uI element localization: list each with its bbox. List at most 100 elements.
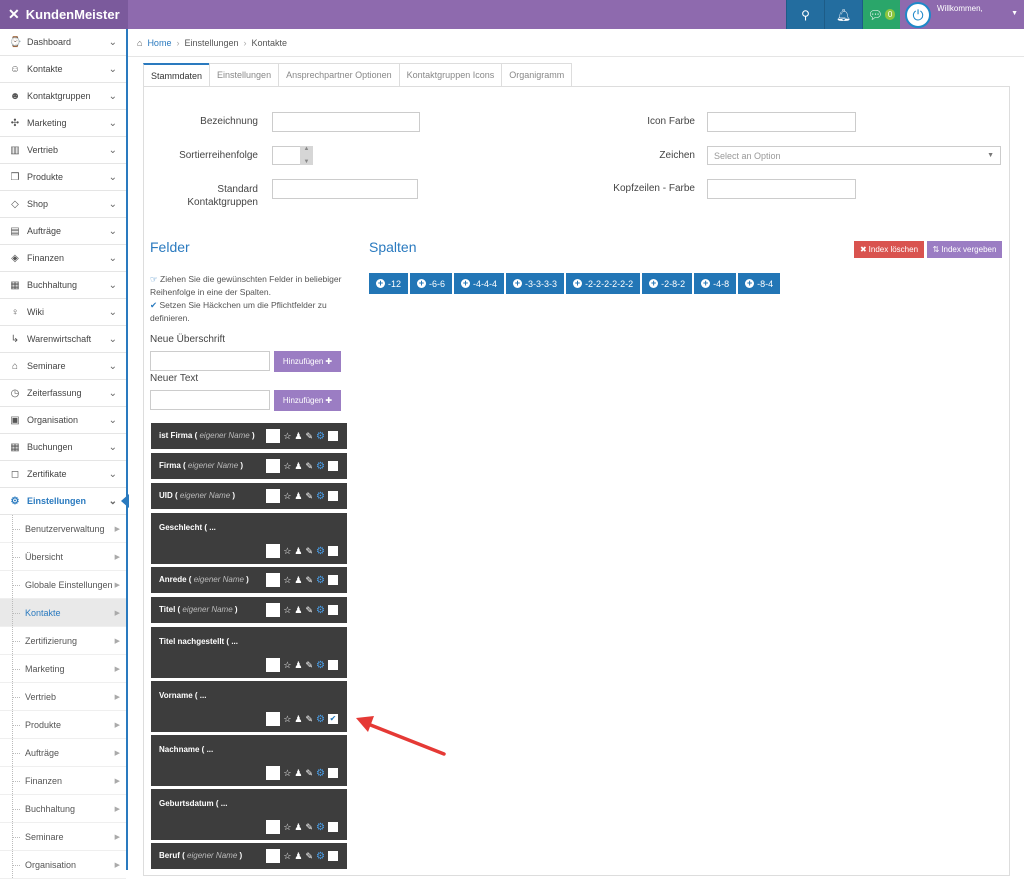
- required-checkbox[interactable]: [328, 431, 338, 441]
- layout-button[interactable]: + -2-8-2: [642, 273, 693, 294]
- search-button[interactable]: ⚲: [786, 0, 824, 29]
- field-color-box[interactable]: [266, 544, 281, 558]
- user-icon[interactable]: ♟: [294, 431, 302, 442]
- star-icon[interactable]: ☆: [283, 851, 291, 862]
- field-item[interactable]: Beruf ( eigener Name ) ☆ ♟ ✎ ⚙: [151, 843, 347, 869]
- tab-einstellungen[interactable]: Einstellungen: [209, 63, 280, 86]
- layout-button[interactable]: + -6-6: [410, 273, 453, 294]
- sortierreihenfolge-input[interactable]: [272, 146, 301, 165]
- required-checkbox[interactable]: [328, 461, 338, 471]
- star-icon[interactable]: ☆: [283, 714, 291, 725]
- sidebar-subitem[interactable]: Seminare ▶: [0, 823, 126, 851]
- sidebar-subitem[interactable]: Aufträge ▶: [0, 739, 126, 767]
- field-item[interactable]: ist Firma ( eigener Name ) ☆ ♟ ✎ ⚙: [151, 423, 347, 449]
- sidebar-item-kontakte[interactable]: ☺ Kontakte ⌄: [0, 56, 126, 83]
- required-checkbox[interactable]: [328, 768, 338, 778]
- gear-icon[interactable]: ⚙: [316, 546, 325, 557]
- pencil-icon[interactable]: ✎: [305, 605, 313, 616]
- neuer-text-input[interactable]: [150, 390, 270, 410]
- pencil-icon[interactable]: ✎: [305, 575, 313, 586]
- user-icon[interactable]: ♟: [294, 768, 302, 779]
- pencil-icon[interactable]: ✎: [305, 491, 313, 502]
- sidebar-subitem[interactable]: Zertifizierung ▶: [0, 627, 126, 655]
- messages-button[interactable]: 💬︎ 0: [862, 0, 900, 29]
- field-color-box[interactable]: [266, 658, 281, 672]
- brand-logo[interactable]: ✕ KundenMeister: [0, 0, 128, 29]
- user-icon[interactable]: ♟: [294, 491, 302, 502]
- user-menu[interactable]: ⏻ Willkommen, ▼: [900, 0, 1024, 29]
- tab-kontaktgruppen-icons[interactable]: Kontaktgruppen Icons: [398, 63, 503, 86]
- notifications-button[interactable]: 🔔︎: [824, 0, 862, 29]
- sidebar-item-vertrieb[interactable]: ▥ Vertrieb ⌄: [0, 137, 126, 164]
- pencil-icon[interactable]: ✎: [305, 768, 313, 779]
- user-icon[interactable]: ♟: [294, 714, 302, 725]
- pencil-icon[interactable]: ✎: [305, 851, 313, 862]
- required-checkbox[interactable]: ✔: [328, 714, 338, 724]
- sidebar-subitem[interactable]: Benutzerverwaltung ▶: [0, 515, 126, 543]
- star-icon[interactable]: ☆: [283, 660, 291, 671]
- tab-stammdaten[interactable]: Stammdaten: [143, 63, 211, 87]
- user-icon[interactable]: ♟: [294, 575, 302, 586]
- sidebar-item-kontaktgruppen[interactable]: ☻ Kontaktgruppen ⌄: [0, 83, 126, 110]
- sidebar-item-aufträge[interactable]: ▤ Aufträge ⌄: [0, 218, 126, 245]
- sidebar-subitem[interactable]: Produkte ▶: [0, 711, 126, 739]
- required-checkbox[interactable]: [328, 546, 338, 556]
- sidebar-subitem[interactable]: Marketing ▶: [0, 655, 126, 683]
- sidebar-item-wiki[interactable]: ♀ Wiki ⌄: [0, 299, 126, 326]
- neue-ueberschrift-input[interactable]: [150, 351, 270, 371]
- layout-button[interactable]: + -4-8: [694, 273, 737, 294]
- breadcrumb-einstellungen[interactable]: Einstellungen: [184, 38, 238, 48]
- add-text-button[interactable]: Hinzufügen ✚: [274, 390, 341, 411]
- user-icon[interactable]: ♟: [294, 851, 302, 862]
- add-ueberschrift-button[interactable]: Hinzufügen ✚: [274, 351, 341, 372]
- layout-button[interactable]: + -12: [369, 273, 409, 294]
- sidebar-subitem[interactable]: Globale Einstellungen ▶: [0, 571, 126, 599]
- sidebar-item-finanzen[interactable]: ◈ Finanzen ⌄: [0, 245, 126, 272]
- sortierreihenfolge-stepper[interactable]: ▲ ▼: [300, 146, 313, 165]
- gear-icon[interactable]: ⚙: [316, 431, 325, 442]
- field-item[interactable]: Nachname ( ... ☆ ♟ ✎ ⚙: [151, 735, 347, 786]
- field-color-box[interactable]: [266, 849, 281, 863]
- required-checkbox[interactable]: [328, 851, 338, 861]
- tab-ansprechpartner-optionen[interactable]: Ansprechpartner Optionen: [278, 63, 400, 86]
- field-color-box[interactable]: [266, 459, 281, 473]
- field-item[interactable]: Vorname ( ... ☆ ♟ ✎ ⚙ ✔: [151, 681, 347, 732]
- field-item[interactable]: Titel nachgestellt ( ... ☆ ♟ ✎ ⚙: [151, 627, 347, 678]
- field-item[interactable]: Titel ( eigener Name ) ☆ ♟ ✎ ⚙: [151, 597, 347, 623]
- gear-icon[interactable]: ⚙: [316, 461, 325, 472]
- field-color-box[interactable]: [266, 573, 281, 587]
- field-item[interactable]: Firma ( eigener Name ) ☆ ♟ ✎ ⚙: [151, 453, 347, 479]
- sidebar-item-buchungen[interactable]: ▦ Buchungen ⌄: [0, 434, 126, 461]
- required-checkbox[interactable]: [328, 605, 338, 615]
- user-icon[interactable]: ♟: [294, 660, 302, 671]
- sidebar-item-shop[interactable]: ◇ Shop ⌄: [0, 191, 126, 218]
- sidebar-item-buchhaltung[interactable]: ▦ Buchhaltung ⌄: [0, 272, 126, 299]
- gear-icon[interactable]: ⚙: [316, 768, 325, 779]
- star-icon[interactable]: ☆: [283, 822, 291, 833]
- required-checkbox[interactable]: [328, 491, 338, 501]
- star-icon[interactable]: ☆: [283, 461, 291, 472]
- index-loeschen-button[interactable]: ✖ Index löschen: [854, 241, 924, 258]
- bezeichnung-input[interactable]: [272, 112, 420, 132]
- gear-icon[interactable]: ⚙: [316, 851, 325, 862]
- pencil-icon[interactable]: ✎: [305, 546, 313, 557]
- breadcrumb-home[interactable]: Home: [147, 38, 171, 48]
- gear-icon[interactable]: ⚙: [316, 491, 325, 502]
- sidebar-item-produkte[interactable]: ❒ Produkte ⌄: [0, 164, 126, 191]
- gear-icon[interactable]: ⚙: [316, 575, 325, 586]
- kopfzeilen-farbe-input[interactable]: [707, 179, 856, 199]
- gear-icon[interactable]: ⚙: [316, 822, 325, 833]
- user-icon[interactable]: ♟: [294, 546, 302, 557]
- tab-organigramm[interactable]: Organigramm: [501, 63, 573, 86]
- field-color-box[interactable]: [266, 603, 281, 617]
- layout-button[interactable]: + -2-2-2-2-2-2: [566, 273, 641, 294]
- gear-icon[interactable]: ⚙: [316, 605, 325, 616]
- star-icon[interactable]: ☆: [283, 546, 291, 557]
- star-icon[interactable]: ☆: [283, 431, 291, 442]
- star-icon[interactable]: ☆: [283, 768, 291, 779]
- standard-kontaktgruppen-input[interactable]: [272, 179, 418, 199]
- sidebar-subitem[interactable]: Organisation ▶: [0, 851, 126, 879]
- sidebar-subitem[interactable]: Buchhaltung ▶: [0, 795, 126, 823]
- field-color-box[interactable]: [266, 429, 281, 443]
- sidebar-item-einstellungen[interactable]: ⚙ Einstellungen ⌄: [0, 488, 129, 515]
